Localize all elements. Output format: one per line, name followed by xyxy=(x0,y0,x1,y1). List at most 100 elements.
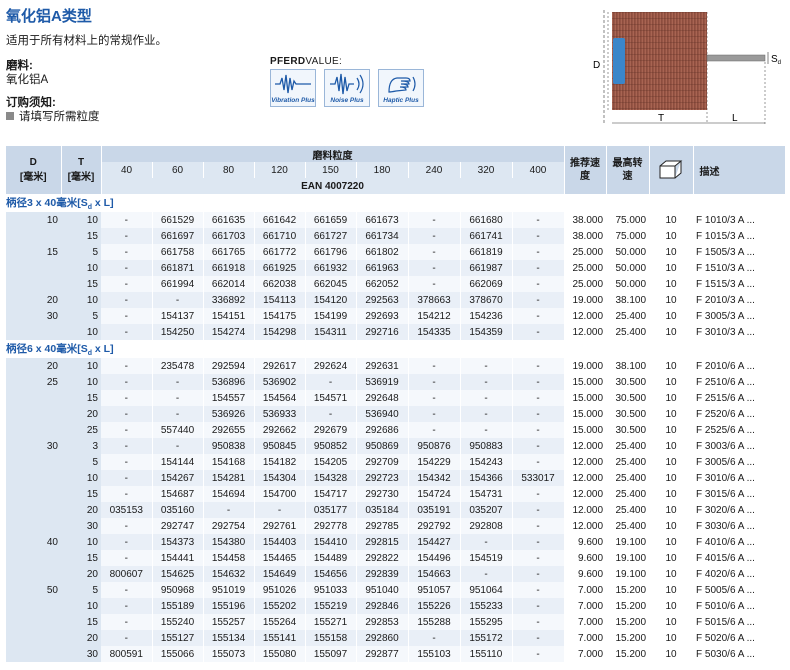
cell-d: 30 xyxy=(6,438,61,454)
cell-ean-code: - xyxy=(101,518,153,534)
cell-max-speed: 30.500 xyxy=(615,424,647,436)
cell-speed: 12.000 xyxy=(572,440,604,452)
cell-description: F 5015/6 A ... xyxy=(696,616,755,628)
cell-ean-code: 661635 xyxy=(203,212,255,228)
table-row: 15-154687 154694 154700 154717 292730 154724 1… xyxy=(6,486,785,502)
cell-t: 10 xyxy=(61,598,101,614)
cell-ean-code: - xyxy=(512,422,565,438)
cell-description: F 3010/3 A ... xyxy=(696,326,755,338)
cell-ean-code: - xyxy=(512,358,565,374)
cell-description: F 4015/6 A ... xyxy=(696,552,755,564)
table-row: 10-155189 155196 155202 155219 292846 155226 1… xyxy=(6,598,785,614)
cell-ean-code: 154519 xyxy=(460,550,513,566)
cell-d xyxy=(6,598,61,614)
cell-t: 15 xyxy=(61,228,101,244)
package-icon xyxy=(649,146,694,194)
table-row: 10-661871 661918 661925 661932 661963-661987… xyxy=(6,260,785,276)
cell-ean-code: 950852 xyxy=(305,438,357,454)
cell-ean-code: - xyxy=(512,292,565,308)
cell-ean-code: 662069 xyxy=(460,276,513,292)
cell-ean-code: 154359 xyxy=(460,324,513,340)
cell-ean-code: 154250 xyxy=(152,324,204,340)
cell-t: 10 xyxy=(61,292,101,308)
cell-ean-code: 035177 xyxy=(305,502,357,518)
cell-t: 10 xyxy=(61,534,101,550)
cell-speed: 12.000 xyxy=(572,310,604,322)
cell-ean-code: 292846 xyxy=(356,598,409,614)
cell-ean-code: - xyxy=(512,374,565,390)
cell-d xyxy=(6,406,61,422)
cell-description: F 5010/6 A ... xyxy=(696,600,755,612)
cell-description: F 1510/3 A ... xyxy=(696,262,755,274)
cell-t: 10 xyxy=(61,324,101,340)
grit-40: 40 xyxy=(101,162,153,178)
cell-speed: 15.000 xyxy=(572,376,604,388)
cell-description: F 2010/6 A ... xyxy=(696,360,755,372)
col-desc-header: 描述 xyxy=(693,146,786,194)
cell-speed: 7.000 xyxy=(578,616,604,628)
cell-ean-code: 292754 xyxy=(203,518,255,534)
cell-ean-code: 662014 xyxy=(203,276,255,292)
cell-ean-code: 035160 xyxy=(152,502,204,518)
cell-max-speed: 15.200 xyxy=(615,600,647,612)
cell-d: 20 xyxy=(6,292,61,308)
cell-ean-code: 950869 xyxy=(356,438,409,454)
cell-ean-code: - xyxy=(101,582,153,598)
cell-speed: 15.000 xyxy=(572,392,604,404)
cell-pack: 10 xyxy=(665,584,677,596)
cell-ean-code: 154281 xyxy=(203,470,255,486)
cell-ean-code: 154298 xyxy=(254,324,306,340)
cell-ean-code: 155240 xyxy=(152,614,204,630)
cell-description: F 3020/6 A ... xyxy=(696,504,755,516)
cell-pack: 10 xyxy=(665,360,677,372)
cell-ean-code: 292778 xyxy=(305,518,357,534)
cell-ean-code: - xyxy=(152,390,204,406)
cell-ean-code: - xyxy=(101,422,153,438)
grit-150: 150 xyxy=(305,162,357,178)
cell-ean-code: - xyxy=(512,534,565,550)
cell-ean-code: - xyxy=(512,308,565,324)
cell-ean-code: 154175 xyxy=(254,308,306,324)
cell-ean-code: 661765 xyxy=(203,244,255,260)
cell-ean-code: 533017 xyxy=(512,470,565,486)
cell-ean-code: 035191 xyxy=(408,502,461,518)
cell-max-speed: 19.100 xyxy=(615,536,647,548)
cell-ean-code: - xyxy=(101,244,153,260)
table-row: 30 800591 155066 155073 155080 155097 292877 15… xyxy=(6,646,785,662)
cell-d xyxy=(6,260,61,276)
cell-max-speed: 15.200 xyxy=(615,648,647,660)
cell-d xyxy=(6,228,61,244)
pferdvalue-label: PFERDVALUE: xyxy=(270,56,342,67)
cell-ean-code: - xyxy=(408,244,461,260)
table-row: 20 800607 154625 154632 154649 154656 292839 15… xyxy=(6,566,785,582)
cell-ean-code: 292815 xyxy=(356,534,409,550)
cell-ean-code: 661925 xyxy=(254,260,306,276)
cell-ean-code: 292761 xyxy=(254,518,306,534)
cell-ean-code: 292679 xyxy=(305,422,357,438)
cell-description: F 5005/6 A ... xyxy=(696,584,755,596)
cell-description: F 2525/6 A ... xyxy=(696,424,755,436)
cell-pack: 10 xyxy=(665,488,677,500)
cell-ean-code: 154410 xyxy=(305,534,357,550)
cell-ean-code: - xyxy=(101,470,153,486)
cell-ean-code: - xyxy=(101,292,153,308)
cell-ean-code: 951033 xyxy=(305,582,357,598)
cell-pack: 10 xyxy=(665,376,677,388)
cell-t: 15 xyxy=(61,276,101,292)
cell-ean-code: - xyxy=(152,438,204,454)
cell-speed: 38.000 xyxy=(572,214,604,226)
cell-t: 10 xyxy=(61,212,101,228)
cell-ean-code: 154342 xyxy=(408,470,461,486)
cell-description: F 2515/6 A ... xyxy=(696,392,755,404)
cell-ean-code: 292662 xyxy=(254,422,306,438)
cell-ean-code: 155097 xyxy=(305,646,357,662)
cell-ean-code: - xyxy=(101,406,153,422)
cell-ean-code: 951040 xyxy=(356,582,409,598)
cell-ean-code: - xyxy=(512,566,565,582)
section-row: 柄径3 x 40毫米[Sd x L] xyxy=(6,194,786,212)
cell-ean-code: - xyxy=(101,390,153,406)
cell-ean-code: 155134 xyxy=(203,630,255,646)
cell-ean-code: - xyxy=(101,374,153,390)
cell-ean-code: 661796 xyxy=(305,244,357,260)
cell-ean-code: 292648 xyxy=(356,390,409,406)
